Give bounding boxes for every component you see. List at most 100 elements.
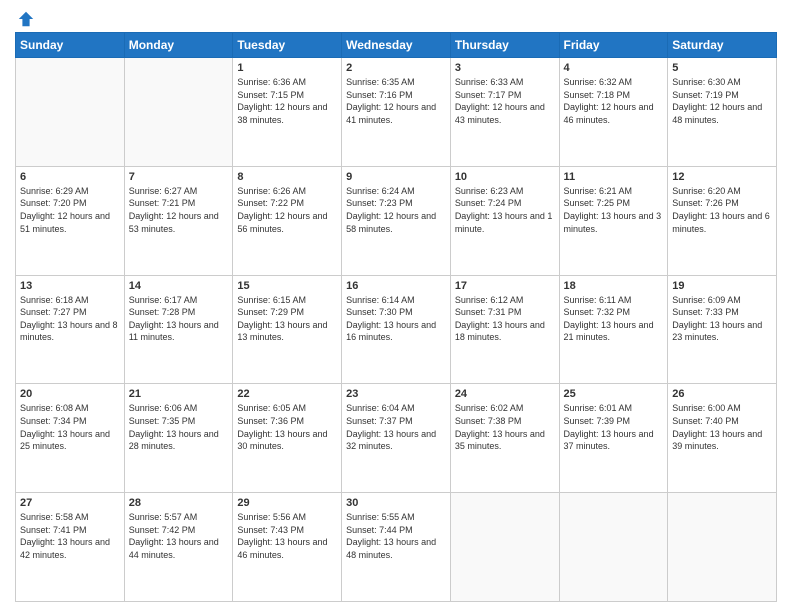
day-info: Sunrise: 6:35 AMSunset: 7:16 PMDaylight:… bbox=[346, 76, 446, 126]
day-info: Sunrise: 5:55 AMSunset: 7:44 PMDaylight:… bbox=[346, 511, 446, 561]
day-number: 15 bbox=[237, 280, 337, 292]
col-header-wednesday: Wednesday bbox=[342, 33, 451, 58]
calendar-week-row: 6 Sunrise: 6:29 AMSunset: 7:20 PMDaylight… bbox=[16, 166, 777, 275]
calendar-cell: 20 Sunrise: 6:08 AMSunset: 7:34 PMDayligh… bbox=[16, 384, 125, 493]
calendar-cell: 15 Sunrise: 6:15 AMSunset: 7:29 PMDayligh… bbox=[233, 275, 342, 384]
day-info: Sunrise: 6:26 AMSunset: 7:22 PMDaylight:… bbox=[237, 185, 337, 235]
day-number: 18 bbox=[564, 280, 664, 292]
page: SundayMondayTuesdayWednesdayThursdayFrid… bbox=[0, 0, 792, 612]
calendar-cell: 6 Sunrise: 6:29 AMSunset: 7:20 PMDaylight… bbox=[16, 166, 125, 275]
calendar-cell bbox=[124, 58, 233, 167]
day-number: 26 bbox=[672, 388, 772, 400]
day-info: Sunrise: 6:23 AMSunset: 7:24 PMDaylight:… bbox=[455, 185, 555, 235]
day-number: 16 bbox=[346, 280, 446, 292]
logo-text bbox=[15, 10, 35, 28]
day-number: 19 bbox=[672, 280, 772, 292]
calendar-cell: 27Sunrise: 5:58 AMSunset: 7:41 PMDayligh… bbox=[16, 493, 125, 602]
day-info: Sunrise: 6:21 AMSunset: 7:25 PMDaylight:… bbox=[564, 185, 664, 235]
calendar-cell: 8 Sunrise: 6:26 AMSunset: 7:22 PMDaylight… bbox=[233, 166, 342, 275]
header bbox=[15, 10, 777, 24]
day-number: 24 bbox=[455, 388, 555, 400]
day-number: 27 bbox=[20, 497, 120, 509]
day-number: 8 bbox=[237, 171, 337, 183]
day-number: 10 bbox=[455, 171, 555, 183]
day-info: Sunrise: 6:29 AMSunset: 7:20 PMDaylight:… bbox=[20, 185, 120, 235]
day-number: 21 bbox=[129, 388, 229, 400]
calendar-week-row: 27Sunrise: 5:58 AMSunset: 7:41 PMDayligh… bbox=[16, 493, 777, 602]
day-number: 7 bbox=[129, 171, 229, 183]
day-info: Sunrise: 6:24 AMSunset: 7:23 PMDaylight:… bbox=[346, 185, 446, 235]
day-info: Sunrise: 6:09 AMSunset: 7:33 PMDaylight:… bbox=[672, 294, 772, 344]
day-number: 4 bbox=[564, 62, 664, 74]
day-number: 6 bbox=[20, 171, 120, 183]
day-info: Sunrise: 6:12 AMSunset: 7:31 PMDaylight:… bbox=[455, 294, 555, 344]
day-info: Sunrise: 5:57 AMSunset: 7:42 PMDaylight:… bbox=[129, 511, 229, 561]
day-info: Sunrise: 6:08 AMSunset: 7:34 PMDaylight:… bbox=[20, 402, 120, 452]
day-number: 25 bbox=[564, 388, 664, 400]
day-info: Sunrise: 6:33 AMSunset: 7:17 PMDaylight:… bbox=[455, 76, 555, 126]
day-info: Sunrise: 5:56 AMSunset: 7:43 PMDaylight:… bbox=[237, 511, 337, 561]
calendar-cell: 2Sunrise: 6:35 AMSunset: 7:16 PMDaylight… bbox=[342, 58, 451, 167]
col-header-saturday: Saturday bbox=[668, 33, 777, 58]
day-info: Sunrise: 6:05 AMSunset: 7:36 PMDaylight:… bbox=[237, 402, 337, 452]
calendar-cell: 16 Sunrise: 6:14 AMSunset: 7:30 PMDayligh… bbox=[342, 275, 451, 384]
day-info: Sunrise: 6:15 AMSunset: 7:29 PMDaylight:… bbox=[237, 294, 337, 344]
calendar-header-row: SundayMondayTuesdayWednesdayThursdayFrid… bbox=[16, 33, 777, 58]
calendar-table: SundayMondayTuesdayWednesdayThursdayFrid… bbox=[15, 32, 777, 602]
day-info: Sunrise: 6:04 AMSunset: 7:37 PMDaylight:… bbox=[346, 402, 446, 452]
calendar-cell: 24Sunrise: 6:02 AMSunset: 7:38 PMDayligh… bbox=[450, 384, 559, 493]
day-number: 20 bbox=[20, 388, 120, 400]
day-number: 9 bbox=[346, 171, 446, 183]
day-number: 30 bbox=[346, 497, 446, 509]
day-info: Sunrise: 6:36 AMSunset: 7:15 PMDaylight:… bbox=[237, 76, 337, 126]
calendar-cell bbox=[559, 493, 668, 602]
day-number: 3 bbox=[455, 62, 555, 74]
calendar-cell: 23Sunrise: 6:04 AMSunset: 7:37 PMDayligh… bbox=[342, 384, 451, 493]
calendar-cell: 26 Sunrise: 6:00 AMSunset: 7:40 PMDayligh… bbox=[668, 384, 777, 493]
calendar-cell: 29 Sunrise: 5:56 AMSunset: 7:43 PMDayligh… bbox=[233, 493, 342, 602]
day-info: Sunrise: 6:30 AMSunset: 7:19 PMDaylight:… bbox=[672, 76, 772, 126]
day-number: 14 bbox=[129, 280, 229, 292]
col-header-thursday: Thursday bbox=[450, 33, 559, 58]
calendar-cell: 22 Sunrise: 6:05 AMSunset: 7:36 PMDayligh… bbox=[233, 384, 342, 493]
calendar-cell: 1 Sunrise: 6:36 AMSunset: 7:15 PMDaylight… bbox=[233, 58, 342, 167]
col-header-friday: Friday bbox=[559, 33, 668, 58]
calendar-cell: 12 Sunrise: 6:20 AMSunset: 7:26 PMDayligh… bbox=[668, 166, 777, 275]
calendar-cell: 30 Sunrise: 5:55 AMSunset: 7:44 PMDayligh… bbox=[342, 493, 451, 602]
day-number: 1 bbox=[237, 62, 337, 74]
calendar-cell: 5 Sunrise: 6:30 AMSunset: 7:19 PMDaylight… bbox=[668, 58, 777, 167]
day-info: Sunrise: 6:14 AMSunset: 7:30 PMDaylight:… bbox=[346, 294, 446, 344]
day-number: 11 bbox=[564, 171, 664, 183]
day-info: Sunrise: 6:17 AMSunset: 7:28 PMDaylight:… bbox=[129, 294, 229, 344]
day-info: Sunrise: 6:32 AMSunset: 7:18 PMDaylight:… bbox=[564, 76, 664, 126]
calendar-cell: 7Sunrise: 6:27 AMSunset: 7:21 PMDaylight… bbox=[124, 166, 233, 275]
calendar-cell: 4 Sunrise: 6:32 AMSunset: 7:18 PMDaylight… bbox=[559, 58, 668, 167]
calendar-cell: 21 Sunrise: 6:06 AMSunset: 7:35 PMDayligh… bbox=[124, 384, 233, 493]
day-number: 17 bbox=[455, 280, 555, 292]
calendar-cell: 17 Sunrise: 6:12 AMSunset: 7:31 PMDayligh… bbox=[450, 275, 559, 384]
calendar-cell: 28 Sunrise: 5:57 AMSunset: 7:42 PMDayligh… bbox=[124, 493, 233, 602]
day-number: 29 bbox=[237, 497, 337, 509]
calendar-week-row: 13 Sunrise: 6:18 AMSunset: 7:27 PMDayligh… bbox=[16, 275, 777, 384]
day-number: 28 bbox=[129, 497, 229, 509]
day-number: 13 bbox=[20, 280, 120, 292]
calendar-cell: 14 Sunrise: 6:17 AMSunset: 7:28 PMDayligh… bbox=[124, 275, 233, 384]
col-header-tuesday: Tuesday bbox=[233, 33, 342, 58]
day-number: 5 bbox=[672, 62, 772, 74]
day-info: Sunrise: 6:20 AMSunset: 7:26 PMDaylight:… bbox=[672, 185, 772, 235]
calendar-cell: 19 Sunrise: 6:09 AMSunset: 7:33 PMDayligh… bbox=[668, 275, 777, 384]
calendar-cell: 10 Sunrise: 6:23 AMSunset: 7:24 PMDayligh… bbox=[450, 166, 559, 275]
day-info: Sunrise: 6:06 AMSunset: 7:35 PMDaylight:… bbox=[129, 402, 229, 452]
calendar-week-row: 20 Sunrise: 6:08 AMSunset: 7:34 PMDayligh… bbox=[16, 384, 777, 493]
day-info: Sunrise: 6:00 AMSunset: 7:40 PMDaylight:… bbox=[672, 402, 772, 452]
day-info: Sunrise: 6:11 AMSunset: 7:32 PMDaylight:… bbox=[564, 294, 664, 344]
day-info: Sunrise: 6:18 AMSunset: 7:27 PMDaylight:… bbox=[20, 294, 120, 344]
calendar-cell: 11 Sunrise: 6:21 AMSunset: 7:25 PMDayligh… bbox=[559, 166, 668, 275]
calendar-cell: 13 Sunrise: 6:18 AMSunset: 7:27 PMDayligh… bbox=[16, 275, 125, 384]
logo bbox=[15, 10, 35, 24]
calendar-cell: 25Sunrise: 6:01 AMSunset: 7:39 PMDayligh… bbox=[559, 384, 668, 493]
calendar-cell bbox=[668, 493, 777, 602]
day-number: 22 bbox=[237, 388, 337, 400]
day-number: 12 bbox=[672, 171, 772, 183]
calendar-cell: 3 Sunrise: 6:33 AMSunset: 7:17 PMDaylight… bbox=[450, 58, 559, 167]
